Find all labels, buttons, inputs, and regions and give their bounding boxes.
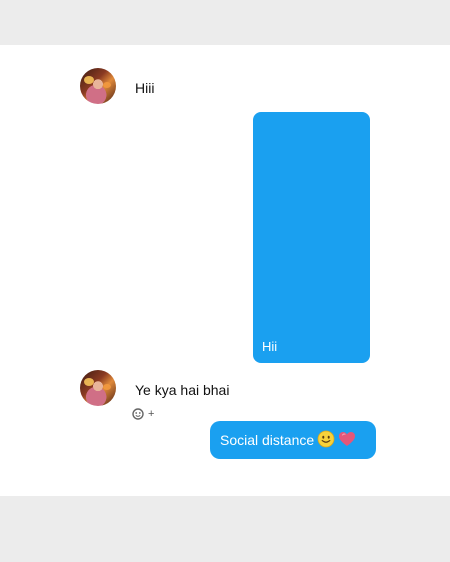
bottom-frame-band <box>0 496 450 562</box>
add-reaction-icon <box>132 408 144 420</box>
received-message-ye-kya-hai-bhai[interactable]: Ye kya hai bhai <box>135 382 229 398</box>
received-message-hiii[interactable]: Hiii <box>135 80 154 96</box>
top-frame-band <box>0 0 450 45</box>
avatar-detail <box>103 384 111 390</box>
add-reaction-plus: + <box>148 408 155 420</box>
media-caption: Hii <box>262 339 278 354</box>
sender-avatar[interactable] <box>80 68 116 104</box>
add-reaction-button[interactable]: + <box>132 407 154 421</box>
avatar-detail <box>103 82 111 88</box>
sent-message-social-distance[interactable]: Social distance <box>210 421 376 459</box>
sent-message-text: Social distance <box>220 432 315 448</box>
pink-heart-emoji-icon <box>338 430 356 451</box>
avatar-detail <box>84 76 94 84</box>
avatar-detail <box>84 378 94 386</box>
sent-media-message[interactable]: Hii <box>253 112 370 363</box>
sender-avatar[interactable] <box>80 370 116 406</box>
smiling-face-emoji-icon <box>317 430 335 451</box>
